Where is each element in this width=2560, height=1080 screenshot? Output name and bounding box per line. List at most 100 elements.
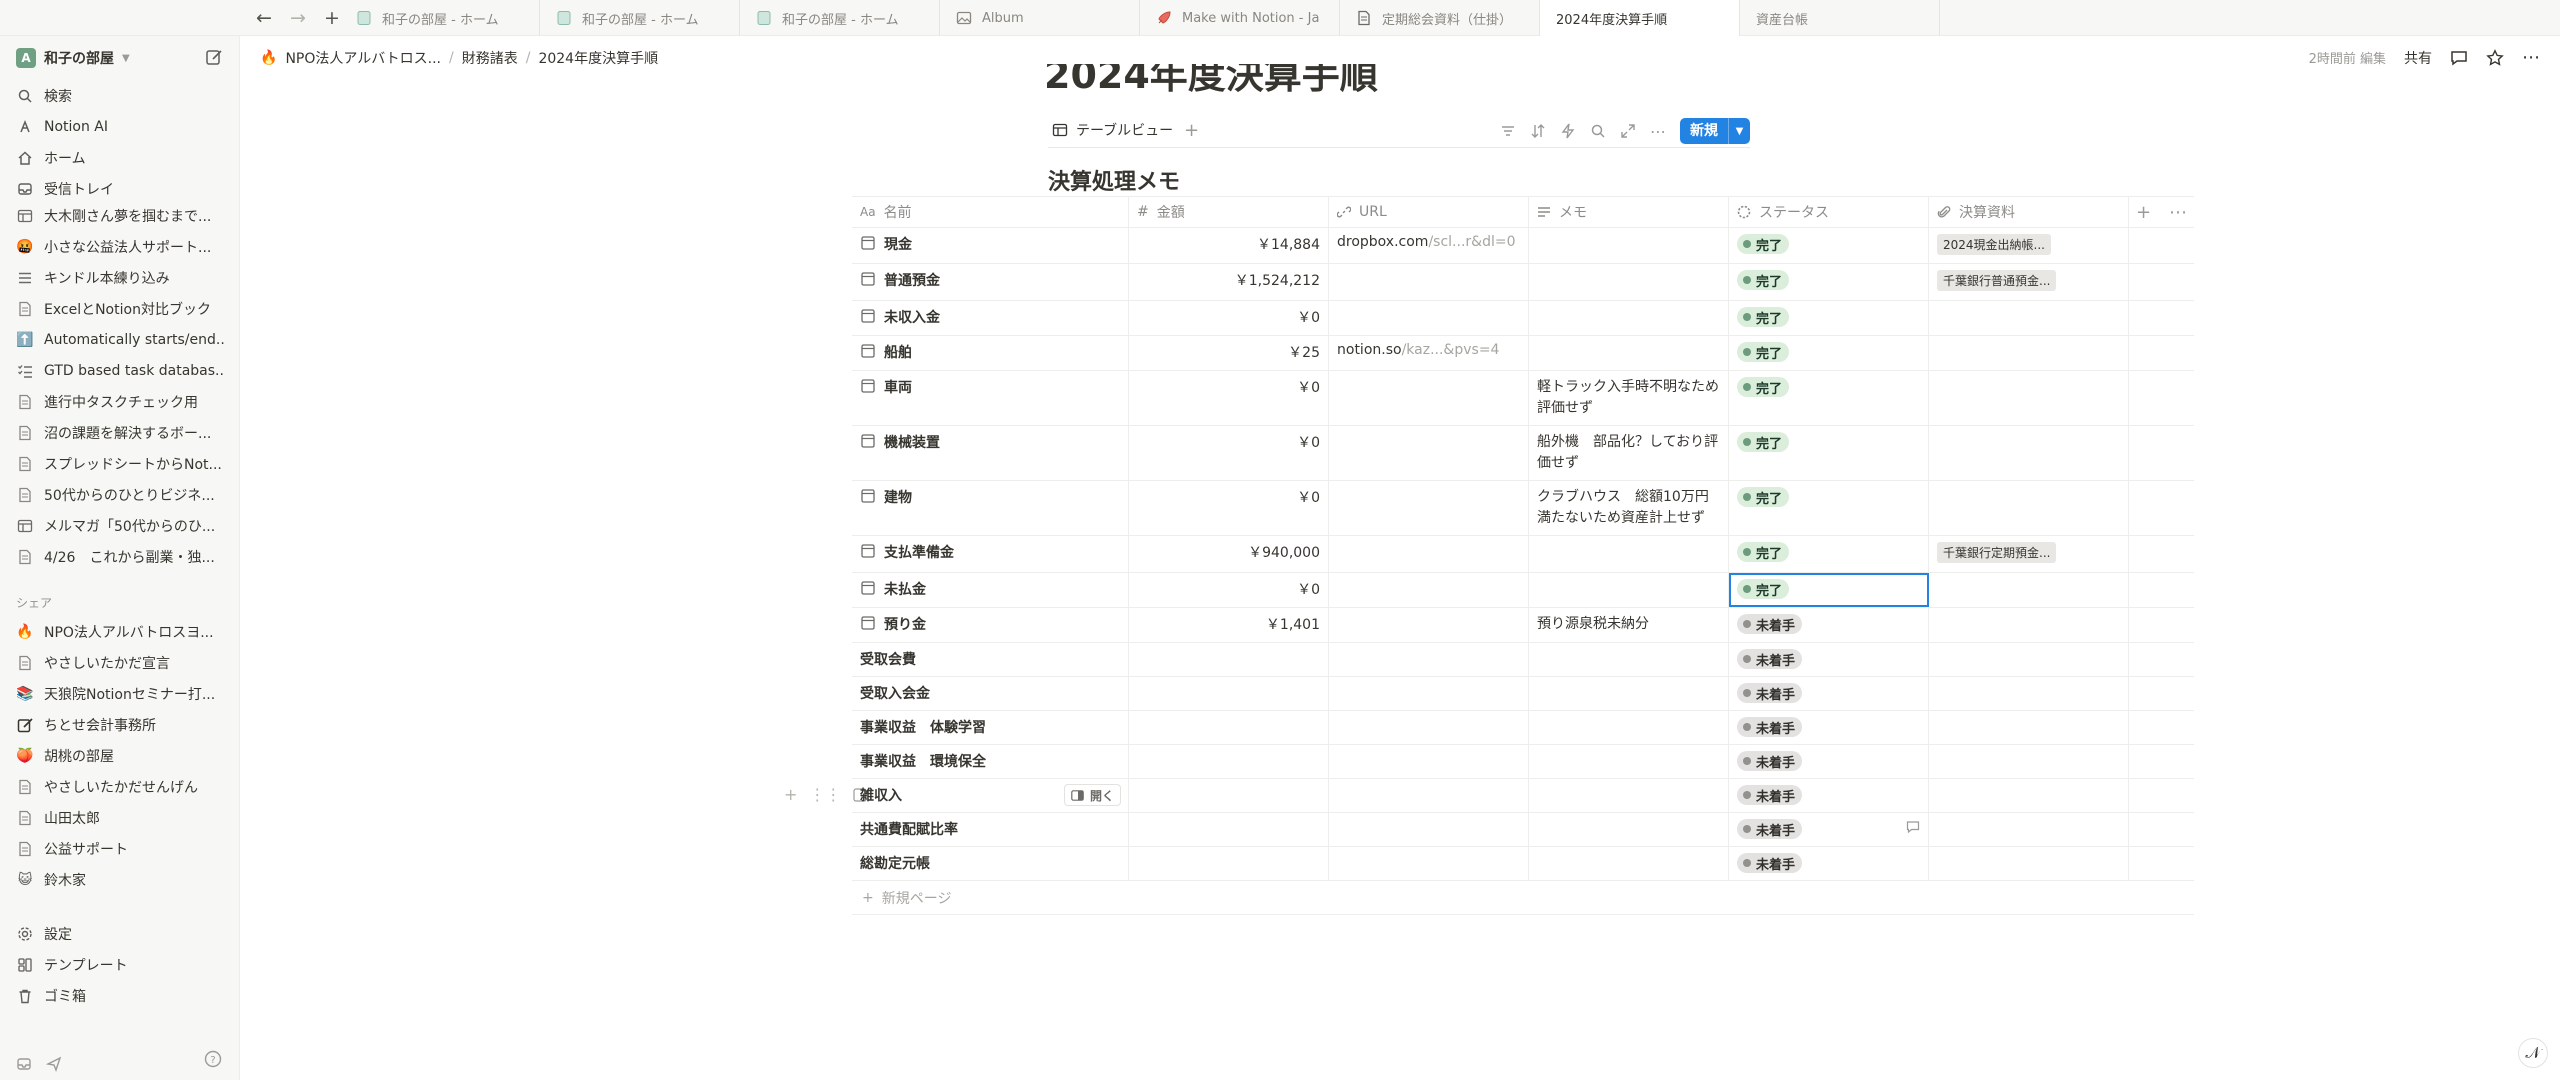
cell-amount[interactable] [1129,779,1329,812]
cell-amount[interactable]: ￥0 [1129,426,1329,480]
sidebar-nav-item-1[interactable]: Notion AI [16,113,224,141]
inbox-tray-icon[interactable] [16,1056,32,1072]
cell-url[interactable] [1329,847,1529,880]
cell-status[interactable]: 未着手 [1729,711,1929,744]
column-header-name[interactable]: Aa 名前 [852,197,1129,227]
sidebar-page-item-7[interactable]: 沼の課題を解決するボー... [16,419,224,447]
cell-amount[interactable]: ￥1,524,212 [1129,264,1329,300]
cell-amount[interactable] [1129,745,1329,778]
cell-memo[interactable] [1529,711,1729,744]
share-button[interactable]: 共有 [2404,48,2432,68]
cell-files[interactable] [1929,426,2129,480]
file-chip[interactable]: 2024現金出納帳... [1937,234,2051,255]
sidebar-shared-item-3[interactable]: ちとせ会計事務所 [16,711,224,739]
tab-item[interactable]: 定期総会資料（仕掛） [1340,0,1540,36]
cell-memo[interactable] [1529,745,1729,778]
cell-memo[interactable] [1529,677,1729,710]
cell-url[interactable] [1329,711,1529,744]
cell-files[interactable] [1929,301,2129,335]
sidebar-shared-item-2[interactable]: 📚 天狼院Notionセミナー打... [16,680,224,708]
cell-files[interactable] [1929,481,2129,535]
cell-url[interactable] [1329,536,1529,572]
sort-icon[interactable] [1530,123,1546,139]
cell-name[interactable]: 事業収益 環境保全 [852,745,1129,778]
column-header-amount[interactable]: # 金額 [1129,197,1329,227]
sidebar-page-item-6[interactable]: 進行中タスクチェック用 [16,388,224,416]
cell-status[interactable]: 未着手 [1729,643,1929,676]
add-comment-icon[interactable] [1906,820,1920,834]
cell-memo[interactable] [1529,643,1729,676]
cell-name[interactable]: 事業収益 体験学習 [852,711,1129,744]
more-icon[interactable]: ⋯ [2522,47,2540,68]
cell-amount[interactable] [1129,711,1329,744]
cell-files[interactable] [1929,677,2129,710]
sidebar-bottom-item-1[interactable]: テンプレート [16,951,224,979]
cell-name[interactable]: 支払準備金 [852,536,1129,572]
cell-status[interactable]: 完了 [1729,228,1929,263]
workspace-switcher[interactable]: A 和子の部屋 ▼ [16,46,130,70]
chevron-down-icon[interactable]: ▼ [1728,118,1750,144]
column-header-status[interactable]: ステータス [1729,197,1929,227]
view-more-icon[interactable]: ⋯ [1650,122,1666,141]
cell-amount[interactable]: ￥0 [1129,481,1329,535]
cell-amount[interactable]: ￥1,401 [1129,608,1329,642]
table-more-icon[interactable]: ⋯ [2169,202,2187,223]
cell-amount[interactable]: ￥14,884 [1129,228,1329,263]
cell-memo[interactable] [1529,536,1729,572]
cell-status[interactable]: 完了 [1729,481,1929,535]
tab-item[interactable]: Album [940,0,1140,36]
cell-name[interactable]: 受取入会金 [852,677,1129,710]
database-title[interactable]: 決算処理メモ [1048,164,1180,196]
sidebar-nav-item-0[interactable]: 検索 [16,82,224,110]
cell-url[interactable] [1329,608,1529,642]
cell-name[interactable]: 現金 [852,228,1129,263]
cell-url[interactable]: notion.so/kaz...&pvs=4 [1329,336,1529,370]
tab-item[interactable]: 和子の部屋 - ホーム [740,0,940,36]
cell-status[interactable]: 未着手 [1729,813,1929,846]
add-view-icon[interactable]: + [1184,120,1199,141]
cell-memo[interactable] [1529,228,1729,263]
cell-memo[interactable]: 軽トラック入手時不明なため評価せず [1529,371,1729,425]
column-header-files[interactable]: 決算資料 [1929,197,2129,227]
cell-name[interactable]: 船舶 [852,336,1129,370]
breadcrumb-item[interactable]: 2024年度決算手順 [538,48,658,68]
cell-amount[interactable]: ￥25 [1129,336,1329,370]
cell-files[interactable] [1929,779,2129,812]
cell-url[interactable] [1329,573,1529,607]
cell-files[interactable] [1929,813,2129,846]
cell-memo[interactable] [1529,813,1729,846]
automation-icon[interactable] [1560,123,1576,139]
cell-name[interactable]: 預り金 [852,608,1129,642]
sidebar-page-item-4[interactable]: ⬆️ Automatically starts/end... [16,326,224,354]
cell-url[interactable] [1329,481,1529,535]
cell-url[interactable] [1329,745,1529,778]
cell-name[interactable]: 車両 [852,371,1129,425]
open-button[interactable]: 開く [1064,784,1122,806]
cell-memo[interactable]: 預り源泉税未納分 [1529,608,1729,642]
cell-files[interactable] [1929,336,2129,370]
cell-files[interactable]: 2024現金出納帳... [1929,228,2129,263]
sidebar-shared-item-5[interactable]: やさしいたかだせんげん [16,773,224,801]
cell-url[interactable] [1329,371,1529,425]
tab-item[interactable]: Make with Notion - Ja [1140,0,1340,36]
cell-url[interactable] [1329,301,1529,335]
sidebar-bottom-item-2[interactable]: ゴミ箱 [16,982,224,1010]
tab-item[interactable]: 資産台帳 [1740,0,1940,36]
forward-icon[interactable]: → [286,6,310,30]
tab-item[interactable]: 2024年度決算手順 [1540,0,1740,36]
cell-status[interactable]: 完了 [1729,336,1929,370]
star-icon[interactable] [2486,48,2504,67]
cell-files[interactable] [1929,608,2129,642]
cell-memo[interactable] [1529,573,1729,607]
sidebar-page-item-1[interactable]: 🤬 小さな公益法人サポート... [16,233,224,261]
sidebar-page-item-9[interactable]: 50代からのひとりビジネ... [16,481,224,509]
cell-amount[interactable] [1129,847,1329,880]
cell-status[interactable]: 完了 [1729,536,1929,572]
new-button[interactable]: 新規 ▼ [1680,118,1750,144]
cell-files[interactable] [1929,643,2129,676]
filter-icon[interactable] [1500,123,1516,139]
add-property-icon[interactable]: + [2136,202,2151,223]
breadcrumb-item[interactable]: NPO法人アルバトロス... [285,48,441,68]
cell-files[interactable] [1929,847,2129,880]
cell-amount[interactable]: ￥940,000 [1129,536,1329,572]
